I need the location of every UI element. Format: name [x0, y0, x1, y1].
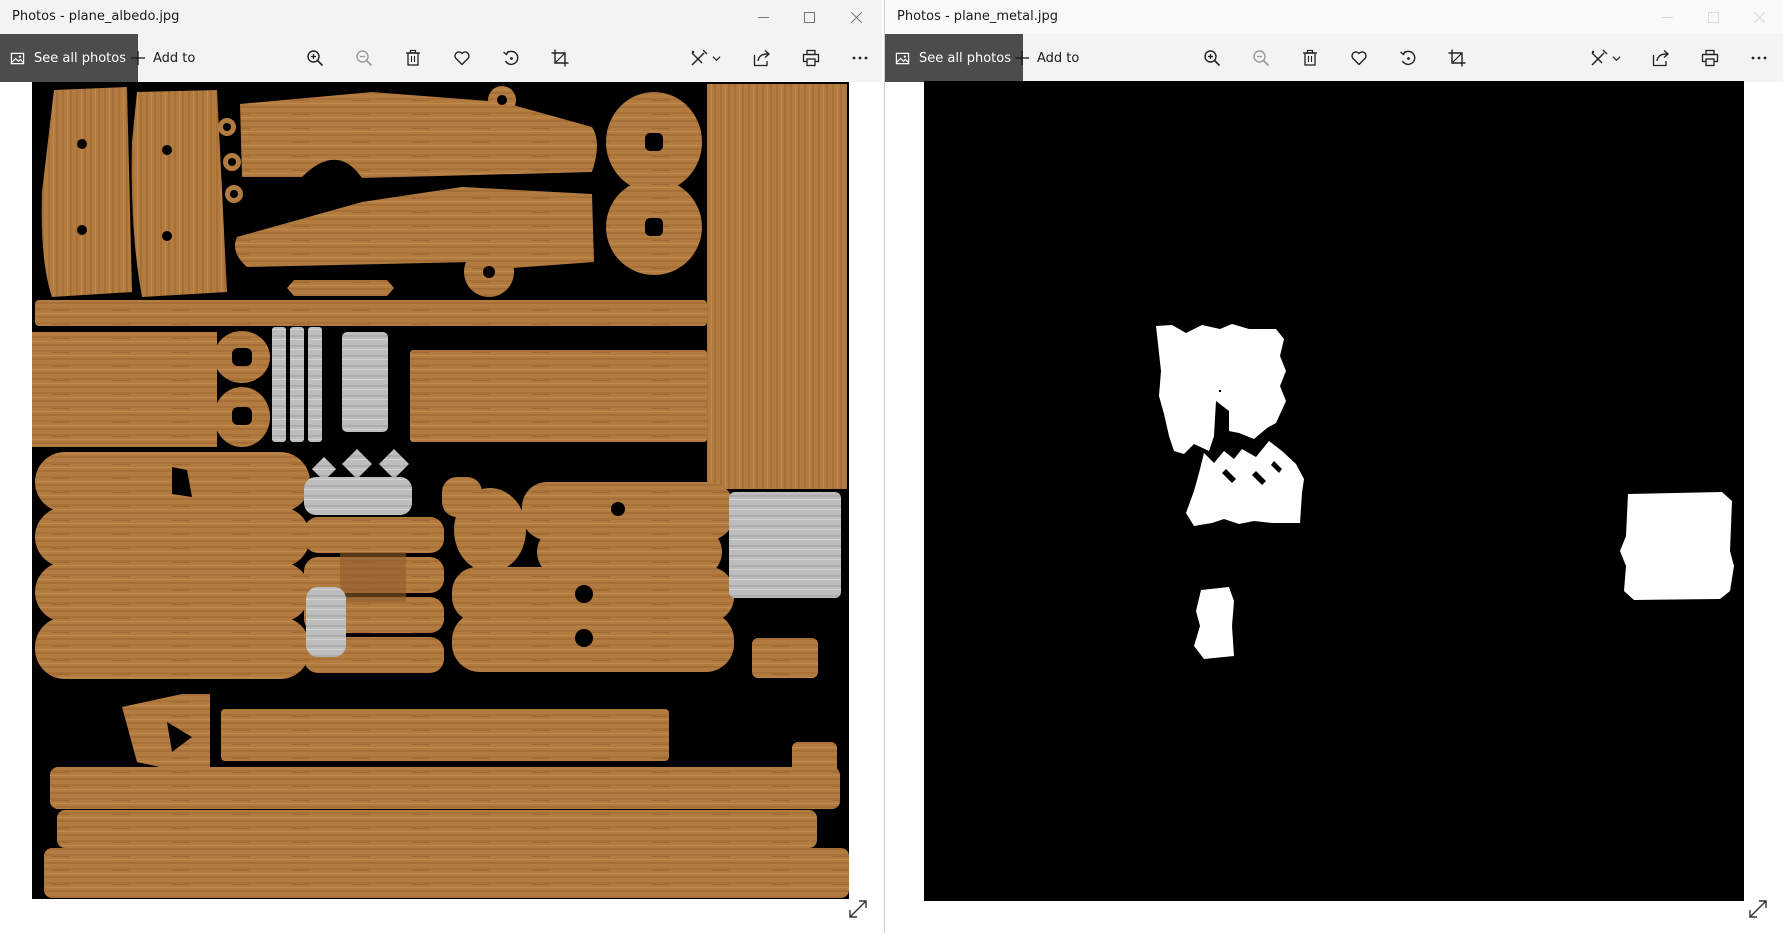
minimize-icon [1661, 16, 1673, 18]
zoom-out-button[interactable] [1251, 48, 1271, 68]
more-icon [852, 56, 868, 60]
rotate-button[interactable] [501, 48, 521, 68]
close-icon [1753, 11, 1765, 23]
heart-icon [1351, 51, 1367, 66]
print-button[interactable] [1700, 48, 1720, 68]
more-options-button[interactable] [850, 48, 870, 68]
close-button[interactable] [1736, 0, 1782, 34]
chevron-down-icon [1612, 55, 1621, 61]
chevron-down-icon [712, 55, 721, 61]
metal-mask-image [1156, 324, 1734, 659]
expand-icon [849, 900, 867, 918]
full-screen-button[interactable] [847, 898, 869, 920]
favorite-button[interactable] [452, 48, 472, 68]
zoom-out-icon [356, 50, 373, 67]
add-to-label: Add to [1037, 50, 1080, 66]
minimize-icon [757, 16, 769, 18]
title-bar[interactable]: Photos - plane_metal.jpg [885, 0, 1783, 34]
window-title: Photos - plane_metal.jpg [897, 9, 1058, 24]
photos-window-albedo: Photos - plane_albedo.jpg See all photos… [0, 0, 882, 933]
minimize-button[interactable] [1644, 0, 1690, 34]
crop-icon [1448, 49, 1466, 67]
more-icon [1751, 56, 1767, 60]
share-button[interactable] [752, 48, 772, 68]
image-canvas-albedo[interactable] [32, 82, 849, 899]
maximize-icon [1707, 11, 1719, 23]
heart-icon [454, 51, 470, 66]
title-bar[interactable]: Photos - plane_albedo.jpg [0, 0, 882, 34]
print-icon [1701, 49, 1719, 67]
edit-create-button[interactable] [690, 48, 724, 68]
share-icon [753, 49, 771, 67]
print-button[interactable] [801, 48, 821, 68]
delete-icon [406, 49, 420, 66]
expand-icon [1749, 900, 1767, 918]
toolbar: See all photos Add to [0, 34, 882, 82]
zoom-in-button[interactable] [1202, 48, 1222, 68]
plus-icon [1015, 51, 1029, 65]
rotate-button[interactable] [1398, 48, 1418, 68]
maximize-button[interactable] [786, 0, 832, 34]
window-title: Photos - plane_albedo.jpg [12, 9, 180, 24]
delete-button[interactable] [1300, 48, 1320, 68]
edit-icon [1591, 49, 1608, 66]
more-options-button[interactable] [1749, 48, 1769, 68]
edit-create-button[interactable] [1590, 48, 1624, 68]
albedo-texture-image [32, 84, 849, 898]
delete-icon [1303, 49, 1317, 66]
see-all-photos-label: See all photos [919, 50, 1011, 66]
minimize-button[interactable] [740, 0, 786, 34]
zoom-out-button[interactable] [354, 48, 374, 68]
add-to-label: Add to [153, 50, 196, 66]
print-icon [802, 49, 820, 67]
full-screen-button[interactable] [1747, 898, 1769, 920]
maximize-button[interactable] [1690, 0, 1736, 34]
add-to-button[interactable]: Add to [131, 34, 195, 82]
maximize-icon [803, 11, 815, 23]
close-button[interactable] [833, 0, 879, 34]
close-icon [850, 11, 862, 23]
rotate-icon [503, 50, 519, 66]
delete-button[interactable] [403, 48, 423, 68]
see-all-photos-button[interactable]: See all photos [0, 34, 138, 82]
zoom-in-button[interactable] [305, 48, 325, 68]
edit-icon [691, 49, 708, 66]
add-to-button[interactable]: Add to [1015, 34, 1079, 82]
plus-icon [131, 51, 145, 65]
photo-icon [10, 52, 25, 64]
share-button[interactable] [1651, 48, 1671, 68]
zoom-in-icon [1204, 50, 1221, 67]
crop-button[interactable] [1447, 48, 1467, 68]
zoom-in-icon [307, 50, 324, 67]
photos-window-metal: Photos - plane_metal.jpg See all photos … [884, 0, 1783, 933]
see-all-photos-label: See all photos [34, 50, 126, 66]
zoom-out-icon [1253, 50, 1270, 67]
photo-icon [895, 52, 910, 64]
image-canvas-metal[interactable] [924, 81, 1744, 901]
see-all-photos-button[interactable]: See all photos [885, 34, 1023, 82]
share-icon [1652, 49, 1670, 67]
favorite-button[interactable] [1349, 48, 1369, 68]
rotate-icon [1400, 50, 1416, 66]
crop-button[interactable] [550, 48, 570, 68]
toolbar: See all photos Add to [885, 34, 1783, 82]
crop-icon [551, 49, 569, 67]
